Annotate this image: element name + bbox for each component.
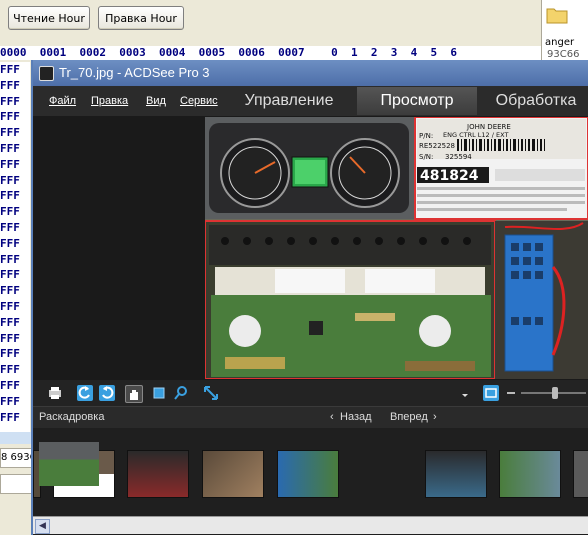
app-icon bbox=[39, 66, 54, 81]
forward-button[interactable]: Вперед bbox=[390, 411, 428, 423]
hex-row: FFF bbox=[0, 220, 20, 234]
sn-label: S/N: bbox=[419, 153, 433, 161]
title-bar[interactable]: Tr_70.jpg - ACDSee Pro 3 bbox=[33, 60, 588, 86]
hex-row: FFF bbox=[0, 94, 20, 108]
hex-row: FFF bbox=[0, 157, 20, 171]
select-tool-icon[interactable] bbox=[151, 385, 167, 401]
pn-label: P/N: bbox=[419, 132, 433, 140]
hex-row: FFF bbox=[0, 347, 20, 361]
address-field[interactable]: 8 693C bbox=[0, 448, 34, 468]
window-title: Tr_70.jpg - ACDSee Pro 3 bbox=[59, 65, 210, 80]
tab-process[interactable]: Обработка bbox=[481, 87, 588, 115]
write-hour-button[interactable]: Правка Hour bbox=[98, 6, 184, 30]
label-product: ENG CTRL L12 / EXT bbox=[443, 131, 508, 139]
status-strip bbox=[0, 432, 32, 444]
tab-manage[interactable]: Управление bbox=[225, 87, 353, 115]
rotate-left-icon[interactable] bbox=[77, 385, 93, 401]
tab-view[interactable]: Просмотр bbox=[357, 87, 477, 115]
hex-data-column: FFF FFF FFF FFF FFF FFF FFF FFF FFF FFF FFF FFF FFF F… bbox=[0, 62, 30, 432]
print-icon[interactable] bbox=[47, 385, 63, 401]
filmstrip bbox=[33, 428, 588, 516]
filmstrip-label: Раскадровка bbox=[39, 411, 105, 423]
thumbnail[interactable] bbox=[425, 450, 487, 498]
label-big-number: 481824 bbox=[420, 168, 479, 184]
hex-row: FFF bbox=[0, 363, 20, 377]
value-field[interactable] bbox=[0, 474, 34, 494]
acdsee-window: Tr_70.jpg - ACDSee Pro 3 Файл Правка Вид… bbox=[31, 60, 588, 535]
thumbnail[interactable] bbox=[573, 450, 588, 498]
menu-view[interactable]: Вид bbox=[146, 95, 166, 107]
status-area: 8 693C bbox=[0, 432, 34, 535]
hex-row: FFF bbox=[0, 205, 20, 219]
zoom-icon[interactable] bbox=[173, 385, 189, 401]
hex-row: FFF bbox=[0, 378, 20, 392]
hex-row: FFF bbox=[0, 315, 20, 329]
hex-row: FFF bbox=[0, 299, 20, 313]
hex-row: FFF bbox=[0, 126, 20, 140]
hex-row: FFF bbox=[0, 284, 20, 298]
menu-edit[interactable]: Правка bbox=[91, 95, 128, 107]
folder-sub-label: 93C66 bbox=[547, 49, 580, 60]
hex-row: FFF bbox=[0, 394, 20, 408]
menu-bar: Файл Правка Вид Сервис Управление Просмо… bbox=[33, 86, 588, 116]
hex-row: FFF bbox=[0, 189, 20, 203]
hex-row: FFF bbox=[0, 110, 20, 124]
hand-tool-icon[interactable] bbox=[125, 385, 143, 403]
folder-label: anger bbox=[545, 37, 575, 48]
rotate-right-icon[interactable] bbox=[99, 385, 115, 401]
pn-value: RE522528 bbox=[419, 142, 455, 150]
hex-row: FFF bbox=[0, 268, 20, 282]
menu-service[interactable]: Сервис bbox=[180, 95, 218, 107]
hex-row: FFF bbox=[0, 173, 20, 187]
chevron-right-icon: › bbox=[433, 411, 437, 423]
thumbnail[interactable] bbox=[127, 450, 189, 498]
thumbnail bbox=[39, 442, 99, 486]
image-viewer[interactable]: JOHN DEERE ENG CTRL L12 / EXT P/N: RE522… bbox=[33, 116, 588, 380]
hex-row: FFF bbox=[0, 78, 20, 92]
folder-icon[interactable] bbox=[546, 6, 568, 24]
fit-view-icon[interactable] bbox=[483, 385, 499, 401]
hex-row: FFF bbox=[0, 252, 20, 266]
fullscreen-icon[interactable] bbox=[203, 385, 219, 401]
thumbnail[interactable] bbox=[499, 450, 561, 498]
hex-row: FFF bbox=[0, 236, 20, 250]
hex-row: FFF bbox=[0, 410, 20, 424]
filmstrip-header: Раскадровка ‹ Назад Вперед › bbox=[33, 406, 588, 429]
chevron-left-icon: ‹ bbox=[330, 411, 334, 423]
zoom-out-icon[interactable] bbox=[503, 385, 519, 401]
label-brand: JOHN DEERE bbox=[466, 123, 511, 131]
hex-row: FFF bbox=[0, 331, 20, 345]
dropdown-arrow-icon[interactable] bbox=[457, 385, 473, 401]
horizontal-scrollbar[interactable]: ◀ bbox=[33, 516, 588, 534]
photo-dashboard-ecu: JOHN DEERE ENG CTRL L12 / EXT P/N: RE522… bbox=[205, 117, 588, 379]
menu-file[interactable]: Файл bbox=[49, 95, 76, 107]
read-hour-button[interactable]: Чтение Hour bbox=[8, 6, 90, 30]
scroll-left-icon[interactable]: ◀ bbox=[35, 519, 50, 534]
zoom-slider-handle[interactable] bbox=[552, 387, 558, 399]
sn-value: 325594 bbox=[445, 153, 472, 161]
back-button[interactable]: Назад bbox=[340, 411, 372, 423]
thumbnail[interactable] bbox=[202, 450, 264, 498]
viewer-toolbar bbox=[33, 380, 588, 406]
thumbnail[interactable] bbox=[277, 450, 339, 498]
hex-row: FFF bbox=[0, 141, 20, 155]
hex-column-header: 0000 0001 0002 0003 0004 0005 0006 0007 … bbox=[0, 46, 541, 60]
hex-row: FFF bbox=[0, 63, 20, 76]
